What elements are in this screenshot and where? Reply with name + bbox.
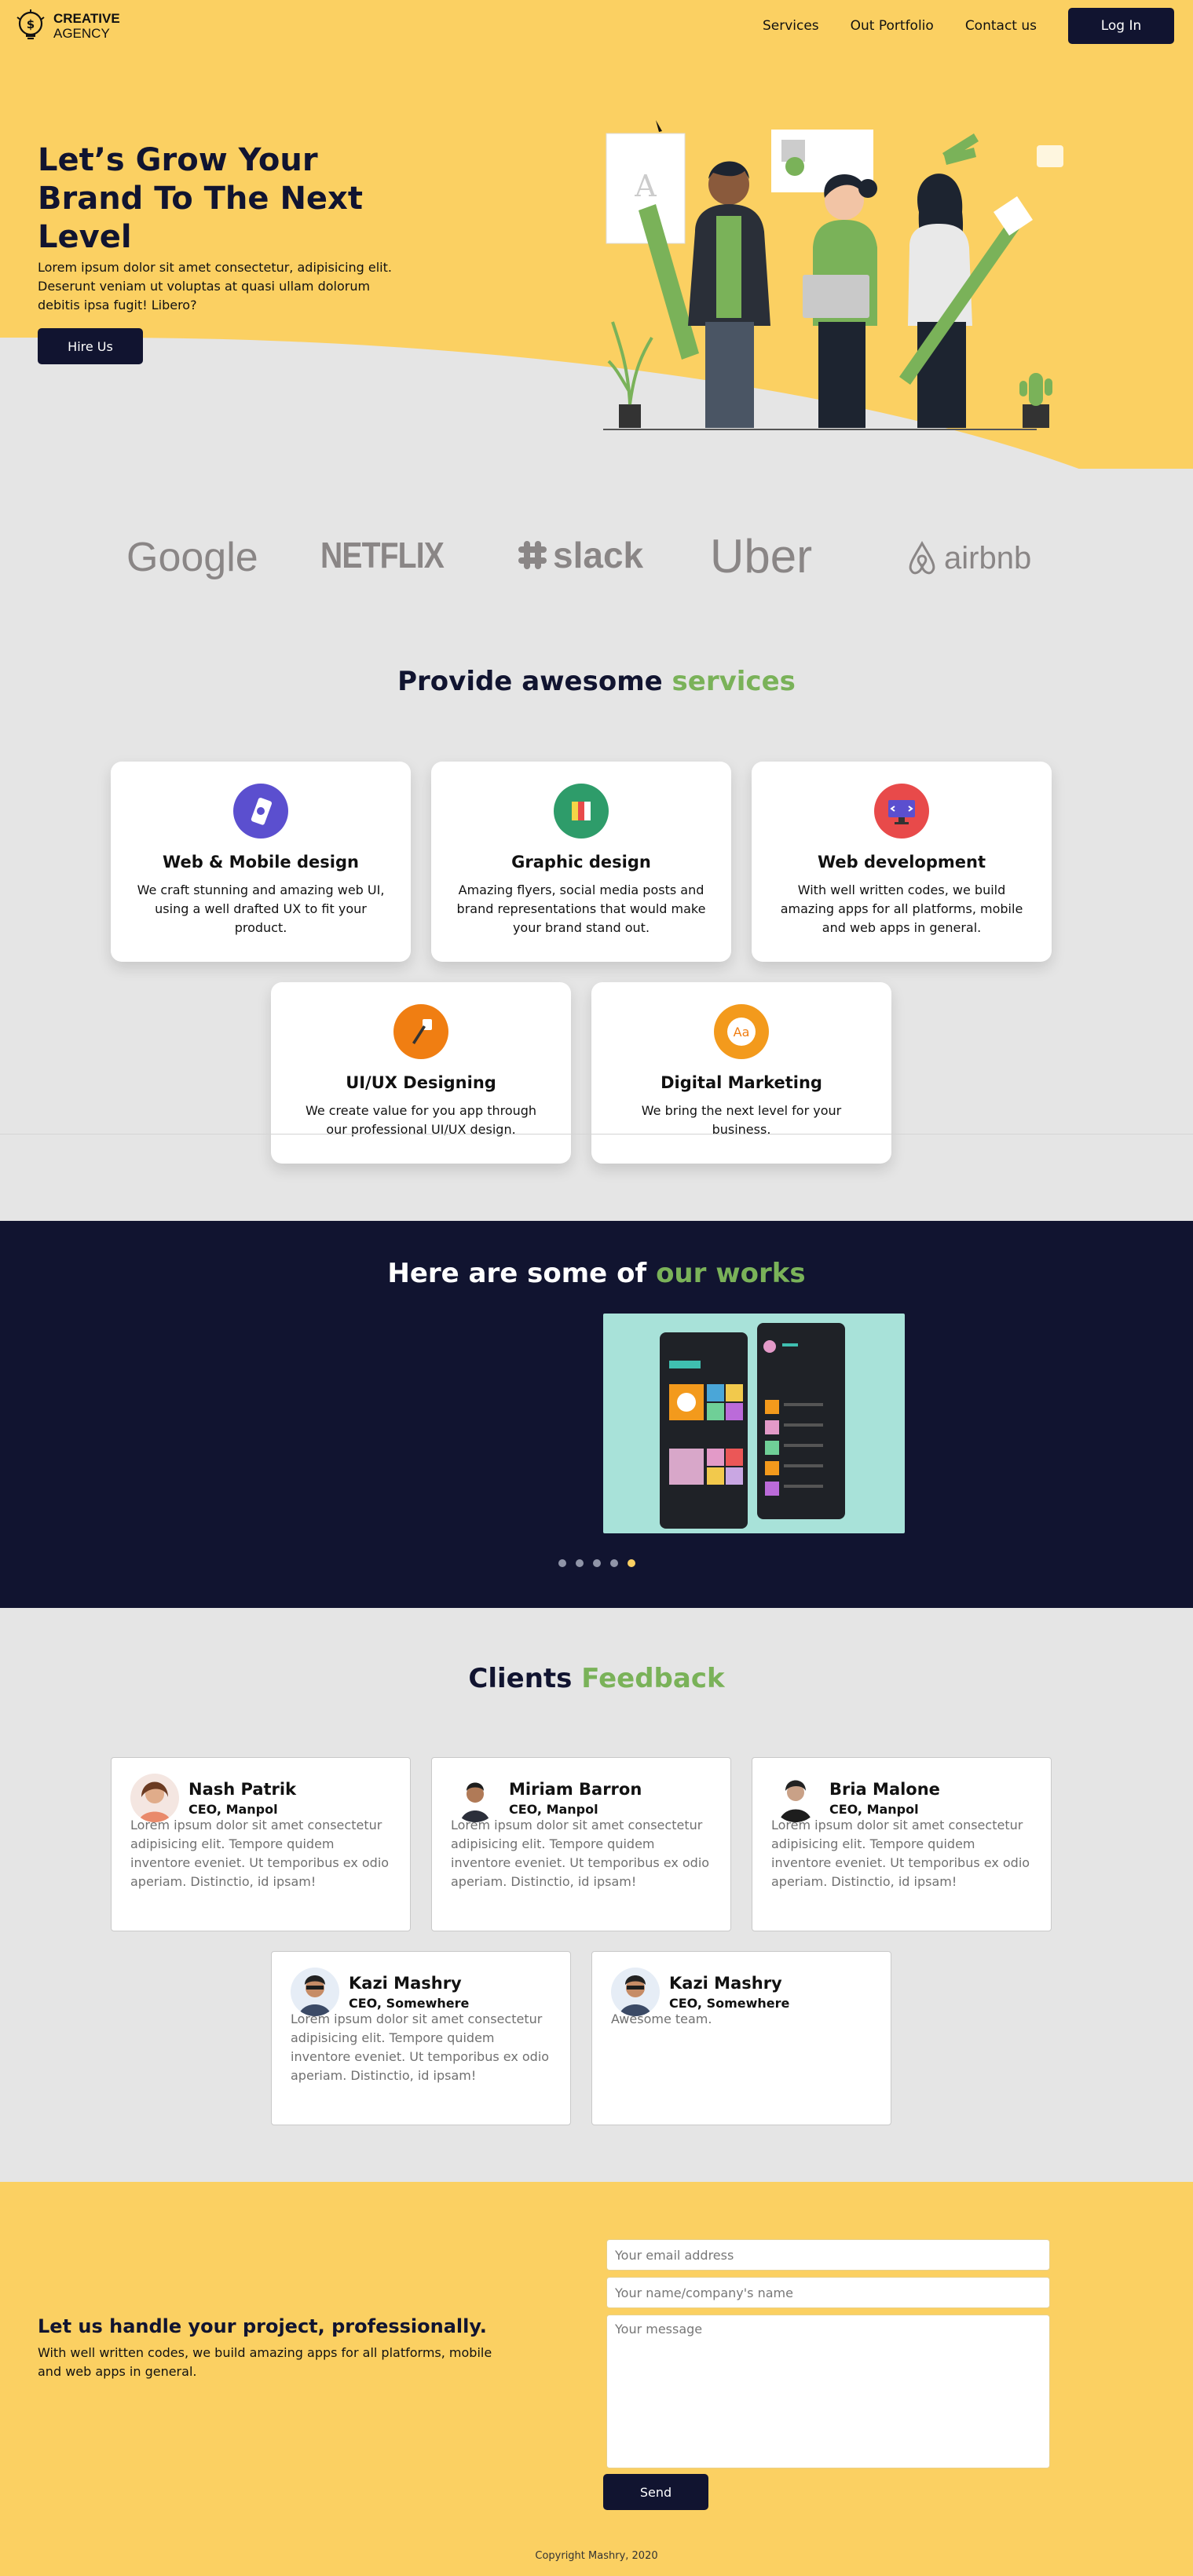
nav-contact[interactable]: Contact us <box>965 18 1037 34</box>
lightbulb-logo-icon: $ <box>16 9 45 40</box>
services-title-accent: services <box>672 666 796 697</box>
brand-airbnb-label: airbnb <box>944 540 1032 575</box>
client-name: Kazi Mashry <box>669 1973 782 1993</box>
brand-airbnb: airbnb <box>905 540 1031 576</box>
work-slide-image[interactable] <box>603 1314 905 1533</box>
feedback-card: Kazi Mashry CEO, Somewhere Lorem ipsum d… <box>271 1951 571 2125</box>
service-card-uiux[interactable]: UI/UX Designing We create value for you … <box>271 982 571 1164</box>
feedback-title-accent: Feedback <box>581 1663 725 1694</box>
service-title: Web development <box>818 853 986 871</box>
client-role: CEO, Somewhere <box>669 1995 790 2011</box>
slack-hash-icon <box>518 541 547 569</box>
brand-logos: Google NETFLIX slack Uber airbnb <box>0 518 1193 597</box>
feedback-title: Clients Feedback <box>0 1663 1193 1694</box>
hero-text: Lorem ipsum dolor sit amet consectetur, … <box>38 260 392 312</box>
contact-text: With well written codes, we build amazin… <box>38 2345 492 2379</box>
avatar <box>611 1968 660 2016</box>
login-button[interactable]: Log In <box>1068 8 1174 44</box>
color-palette-icon <box>554 784 609 839</box>
nav-links: Services Out Portfolio Contact us Log In <box>763 0 1193 52</box>
feedback-title-main: Clients <box>468 1663 582 1694</box>
works-title-accent: our works <box>656 1258 806 1289</box>
service-title: Digital Marketing <box>661 1073 822 1092</box>
navbar: $ CREATIVE AGENCY Services Out Portfolio… <box>0 0 1193 52</box>
svg-text:A: A <box>634 169 657 203</box>
mobile-design-icon <box>233 784 288 839</box>
code-monitor-icon <box>874 784 929 839</box>
carousel-dot-2[interactable] <box>575 1559 584 1567</box>
section-divider <box>0 1134 1193 1135</box>
service-card-graphic[interactable]: Graphic design Amazing flyers, social me… <box>431 762 731 962</box>
hero-team-illustration: A <box>603 120 1063 430</box>
carousel-dot-4[interactable] <box>609 1559 618 1567</box>
client-name: Nash Patrik <box>188 1779 297 1799</box>
svg-text:$: $ <box>27 17 35 31</box>
contact-title: Let us handle your project, professional… <box>38 2315 487 2337</box>
service-text: We craft stunning and amazing web UI, us… <box>137 882 385 935</box>
brand-google: Google <box>126 535 258 580</box>
hero-title: Let’s Grow Your Brand To The Next Level <box>38 142 363 255</box>
svg-text:Aa: Aa <box>734 1025 750 1040</box>
service-card-web-dev[interactable]: Web development With well written codes,… <box>752 762 1052 962</box>
service-title: UI/UX Designing <box>346 1073 496 1092</box>
client-name: Bria Malone <box>829 1779 940 1799</box>
service-card-marketing[interactable]: Aa Digital Marketing We bring the next l… <box>591 982 891 1164</box>
feedback-card: Kazi Mashry CEO, Somewhere Awesome team. <box>591 1951 891 2125</box>
client-name: Kazi Mashry <box>349 1973 462 1993</box>
carousel-dot-1[interactable] <box>558 1559 566 1567</box>
mobile-app-mockup <box>660 1323 845 1529</box>
feedback-card: Miriam Barron CEO, Manpol Lorem ipsum do… <box>431 1757 731 1931</box>
contact-section: Let us handle your project, professional… <box>0 2182 1193 2576</box>
client-name: Miriam Barron <box>509 1779 642 1799</box>
carousel-dots <box>0 1559 1193 1567</box>
service-title: Web & Mobile design <box>163 853 359 871</box>
service-title: Graphic design <box>511 853 651 871</box>
client-role: CEO, Manpol <box>509 1801 598 1817</box>
airbnb-logo-icon <box>909 540 935 575</box>
brand-slack-label: slack <box>553 535 644 575</box>
service-text: With well written codes, we build amazin… <box>780 882 1023 935</box>
hero-section: $ CREATIVE AGENCY Services Out Portfolio… <box>0 0 1193 469</box>
brand-line-2: AGENCY <box>53 26 110 41</box>
font-aa-icon: Aa <box>714 1004 769 1059</box>
nav-portfolio[interactable]: Out Portfolio <box>851 18 934 34</box>
copyright: Copyright Mashry, 2020 <box>535 2550 658 2562</box>
brand-line-1: CREATIVE <box>53 11 120 26</box>
nav-services[interactable]: Services <box>763 18 819 34</box>
service-card-web-mobile[interactable]: Web & Mobile design We craft stunning an… <box>111 762 411 962</box>
avatar <box>130 1774 179 1822</box>
brand-uber: Uber <box>710 530 813 583</box>
services-title-main: Provide awesome <box>397 666 672 697</box>
hire-us-button[interactable]: Hire Us <box>38 328 143 364</box>
works-title-main: Here are some of <box>387 1258 657 1289</box>
carousel-dot-5[interactable] <box>627 1559 635 1567</box>
client-quote: Lorem ipsum dolor sit amet consectetur a… <box>130 1818 390 1889</box>
client-role: CEO, Somewhere <box>349 1995 470 2011</box>
client-quote: Awesome team. <box>611 2011 712 2026</box>
client-role: CEO, Manpol <box>829 1801 919 1817</box>
works-section: Here are some of our works <box>0 1221 1193 1608</box>
message-field[interactable] <box>606 2315 1050 2468</box>
client-quote: Lorem ipsum dolor sit amet consectetur a… <box>771 1818 1030 1889</box>
email-field[interactable] <box>606 2239 1050 2271</box>
client-quote: Lorem ipsum dolor sit amet consectetur a… <box>291 2011 550 2083</box>
send-button[interactable]: Send <box>603 2474 708 2510</box>
service-text: Amazing flyers, social media posts and b… <box>456 882 706 935</box>
feedback-card: Bria Malone CEO, Manpol Lorem ipsum dolo… <box>752 1757 1052 1931</box>
avatar <box>451 1774 500 1822</box>
feedback-card: Nash Patrik CEO, Manpol Lorem ipsum dolo… <box>111 1757 411 1931</box>
brand-slack: slack <box>517 534 643 576</box>
brand-logo[interactable]: $ CREATIVE AGENCY <box>14 9 120 42</box>
services-title: Provide awesome services <box>0 666 1193 697</box>
works-title: Here are some of our works <box>0 1258 1193 1289</box>
client-role: CEO, Manpol <box>188 1801 278 1817</box>
pen-tool-icon <box>393 1004 448 1059</box>
avatar <box>771 1774 820 1822</box>
avatar <box>291 1968 339 2016</box>
carousel-dot-3[interactable] <box>592 1559 601 1567</box>
name-field[interactable] <box>606 2277 1050 2308</box>
brand-netflix: NETFLIX <box>320 535 445 575</box>
client-quote: Lorem ipsum dolor sit amet consectetur a… <box>451 1818 710 1889</box>
